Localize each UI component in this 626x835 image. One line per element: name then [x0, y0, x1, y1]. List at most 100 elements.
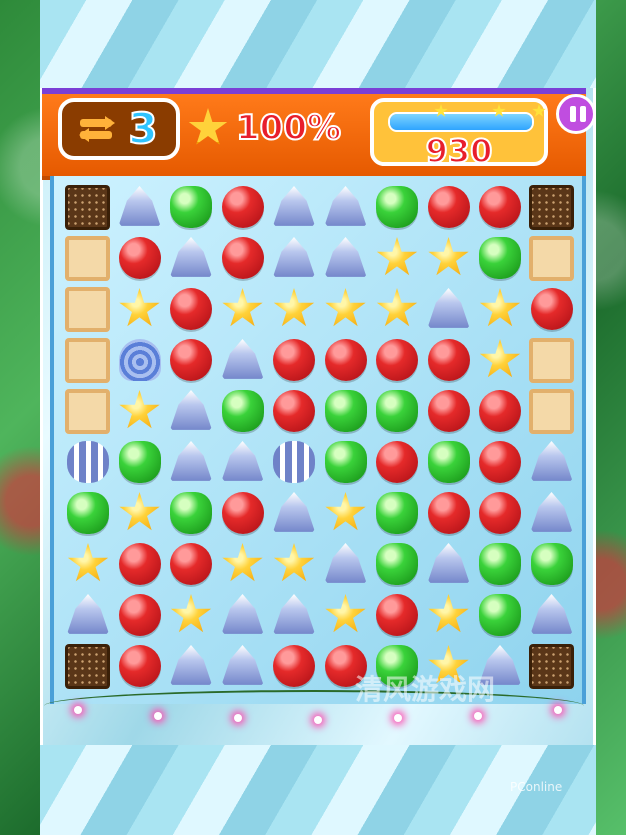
board-cell[interactable]: [371, 284, 423, 335]
board-cell[interactable]: [217, 386, 269, 437]
board-cell[interactable]: [371, 488, 423, 539]
board-cell[interactable]: [268, 437, 320, 488]
board-cell[interactable]: [526, 488, 578, 539]
board-cell[interactable]: [423, 284, 475, 335]
board-cell[interactable]: [62, 233, 114, 284]
board-cell[interactable]: [217, 233, 269, 284]
board-cell[interactable]: [423, 539, 475, 590]
board-cell[interactable]: [165, 284, 217, 335]
board-cell[interactable]: [474, 488, 526, 539]
board-cell[interactable]: [62, 284, 114, 335]
board-cell[interactable]: [526, 233, 578, 284]
board-cell[interactable]: [526, 539, 578, 590]
board-cell[interactable]: [474, 182, 526, 233]
board-cell[interactable]: [371, 386, 423, 437]
board-cell[interactable]: [165, 539, 217, 590]
board-cell[interactable]: [268, 335, 320, 386]
board-cell[interactable]: [474, 335, 526, 386]
board-cell[interactable]: [320, 335, 372, 386]
board-cell[interactable]: [526, 437, 578, 488]
board-cell[interactable]: [62, 590, 114, 641]
board-cell[interactable]: [217, 590, 269, 641]
board-cell[interactable]: [268, 182, 320, 233]
board-cell[interactable]: [62, 335, 114, 386]
board-cell[interactable]: [474, 386, 526, 437]
board-cell[interactable]: [526, 284, 578, 335]
board-cell[interactable]: [371, 539, 423, 590]
board-cell[interactable]: [474, 437, 526, 488]
board-cell[interactable]: [423, 182, 475, 233]
board-cell[interactable]: [371, 182, 423, 233]
board-cell[interactable]: [268, 539, 320, 590]
board-cell[interactable]: [165, 437, 217, 488]
board-cell[interactable]: [474, 539, 526, 590]
board-cell[interactable]: [423, 335, 475, 386]
board-cell[interactable]: [371, 590, 423, 641]
board-cell[interactable]: [114, 335, 166, 386]
board-cell[interactable]: [526, 590, 578, 641]
board-cell[interactable]: [62, 182, 114, 233]
board-cell[interactable]: [268, 488, 320, 539]
board-cell[interactable]: [320, 284, 372, 335]
board-cell[interactable]: [114, 386, 166, 437]
board-cell[interactable]: [423, 590, 475, 641]
board-cell[interactable]: [217, 335, 269, 386]
board-cell[interactable]: [165, 233, 217, 284]
board-cell[interactable]: [217, 488, 269, 539]
board-cell[interactable]: [474, 284, 526, 335]
board-cell[interactable]: [423, 437, 475, 488]
board-cell[interactable]: [526, 335, 578, 386]
board-cell[interactable]: [268, 233, 320, 284]
board-cell[interactable]: [526, 182, 578, 233]
board-cell[interactable]: [165, 386, 217, 437]
board-cell[interactable]: [217, 284, 269, 335]
star-piece: [170, 594, 212, 633]
board-cell[interactable]: [114, 182, 166, 233]
board-cell[interactable]: [474, 590, 526, 641]
board-cell[interactable]: [217, 437, 269, 488]
board-cell[interactable]: [114, 284, 166, 335]
pause-button[interactable]: [556, 94, 596, 134]
board-cell[interactable]: [114, 488, 166, 539]
board-cell[interactable]: [320, 539, 372, 590]
board-cell[interactable]: [268, 386, 320, 437]
board-cell[interactable]: [165, 488, 217, 539]
board-cell[interactable]: [320, 488, 372, 539]
board-cell[interactable]: [320, 437, 372, 488]
board-cell[interactable]: [114, 641, 166, 692]
board-cell[interactable]: [371, 233, 423, 284]
board-cell[interactable]: [423, 386, 475, 437]
board-cell[interactable]: [268, 284, 320, 335]
board-cell[interactable]: [320, 386, 372, 437]
board-cell[interactable]: [217, 182, 269, 233]
board-cell[interactable]: [62, 641, 114, 692]
board-cell[interactable]: [320, 233, 372, 284]
board-cell[interactable]: [217, 641, 269, 692]
board-cell[interactable]: [62, 539, 114, 590]
board-cell[interactable]: [526, 641, 578, 692]
board-cell[interactable]: [165, 182, 217, 233]
board-cell[interactable]: [114, 437, 166, 488]
board-cell[interactable]: [526, 386, 578, 437]
board-cell[interactable]: [165, 590, 217, 641]
board-cell[interactable]: [371, 335, 423, 386]
board-cell[interactable]: [423, 233, 475, 284]
board-cell[interactable]: [217, 539, 269, 590]
board-cell[interactable]: [62, 437, 114, 488]
board-cell[interactable]: [320, 590, 372, 641]
board-cell[interactable]: [423, 488, 475, 539]
board-cell[interactable]: [62, 386, 114, 437]
board-cell[interactable]: [114, 539, 166, 590]
board-cell[interactable]: [320, 182, 372, 233]
board-cell[interactable]: [62, 488, 114, 539]
board-cell[interactable]: [474, 233, 526, 284]
board-cell[interactable]: [371, 437, 423, 488]
board-cell[interactable]: [268, 590, 320, 641]
board-cell[interactable]: [165, 641, 217, 692]
board-cell[interactable]: [114, 233, 166, 284]
board-cell[interactable]: [114, 590, 166, 641]
board-cell[interactable]: [165, 335, 217, 386]
blue-piece: [118, 186, 161, 226]
board-cell[interactable]: [268, 641, 320, 692]
star-piece: [479, 288, 521, 327]
